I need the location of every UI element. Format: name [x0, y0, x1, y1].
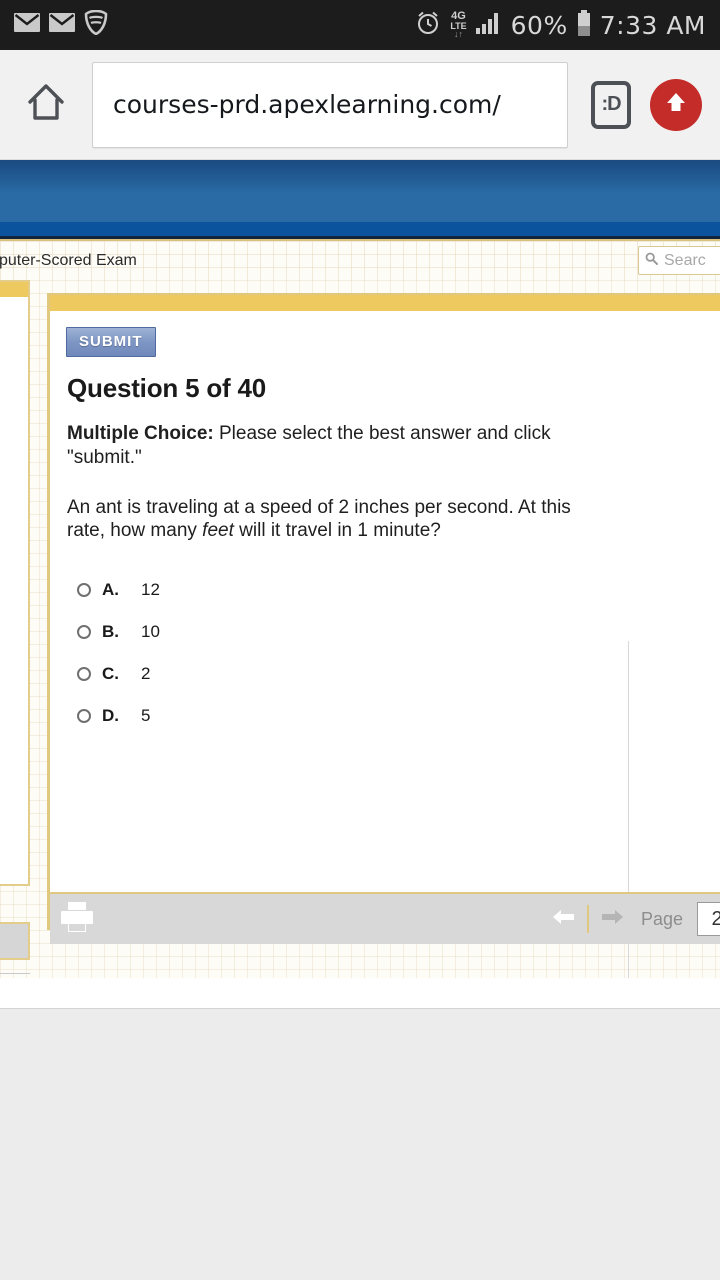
- network-arrows-label: ↓↑: [453, 29, 463, 40]
- answer-option-c[interactable]: C. 2: [77, 653, 597, 695]
- submit-button-wrap: SUBMIT: [50, 311, 720, 357]
- option-letter-c: C.: [102, 664, 119, 683]
- exam-title-strip: puter-Scored Exam Searc: [0, 241, 720, 280]
- option-value-c: 2: [141, 664, 151, 683]
- question-instruction: Multiple Choice: Please select the best …: [67, 422, 597, 470]
- radio-button-c[interactable]: [77, 667, 91, 681]
- site-header-banner: [0, 160, 720, 222]
- question-text-emphasis: feet: [202, 520, 234, 542]
- answer-option-a[interactable]: A. 12: [77, 569, 597, 611]
- status-bar-right-icons: 4G LTE ↓↑ 60% 7:33 AM: [415, 9, 706, 41]
- answer-options-list: A. 12 B. 10 C. 2 D. 5: [67, 569, 597, 737]
- smiley-button[interactable]: :D: [582, 80, 640, 129]
- page-background: [0, 1009, 720, 1280]
- battery-icon: [577, 9, 591, 41]
- arrow-right-icon[interactable]: [599, 907, 625, 932]
- search-icon: [645, 252, 658, 270]
- screen-root: 4G LTE ↓↑ 60% 7:33 AM courses-prd.apexle…: [0, 0, 720, 1280]
- option-value-b: 10: [141, 622, 160, 641]
- url-text: courses-prd.apexlearning.com/: [113, 90, 501, 119]
- alarm-clock-icon: [415, 10, 441, 41]
- question-card-body: SUBMIT Question 5 of 40 Multiple Choice:…: [50, 311, 720, 978]
- envelope-icon: [49, 13, 75, 37]
- clock-label: 7:33 AM: [599, 10, 706, 40]
- print-button[interactable]: [58, 900, 96, 939]
- pagination-controls: Page 2: [551, 902, 720, 936]
- home-icon: [24, 80, 68, 129]
- answer-option-d[interactable]: D. 5: [77, 695, 597, 737]
- signal-bars-icon: [475, 12, 502, 39]
- option-value-d: 5: [141, 706, 151, 725]
- radio-button-a[interactable]: [77, 583, 91, 597]
- shield-icon: [84, 9, 108, 40]
- exam-title-label: puter-Scored Exam: [0, 251, 137, 269]
- left-nav-panel[interactable]: [0, 280, 30, 886]
- submit-button[interactable]: SUBMIT: [66, 327, 156, 357]
- option-letter-a: A.: [102, 580, 119, 599]
- left-nav-panel-header: [0, 282, 28, 297]
- radio-button-b[interactable]: [77, 625, 91, 639]
- search-input[interactable]: Searc: [638, 246, 720, 275]
- question-text: An ant is traveling at a speed of 2 inch…: [67, 496, 597, 544]
- question-card: SUBMIT Question 5 of 40 Multiple Choice:…: [47, 293, 720, 978]
- status-bar-left-icons: [14, 9, 108, 40]
- pagination-divider: [586, 905, 589, 933]
- option-value-a: 12: [141, 580, 160, 599]
- network-type-indicator: 4G LTE ↓↑: [450, 10, 466, 40]
- answer-option-b[interactable]: B. 10: [77, 611, 597, 653]
- site-header-band: [0, 222, 720, 236]
- upload-arrow-icon: [662, 88, 690, 121]
- option-letter-b: B.: [102, 622, 119, 641]
- radio-button-d[interactable]: [77, 709, 91, 723]
- battery-percent-label: 60%: [510, 10, 568, 40]
- url-bar[interactable]: courses-prd.apexlearning.com/: [92, 61, 568, 148]
- search-placeholder-label: Searc: [664, 251, 706, 269]
- home-button[interactable]: [18, 80, 74, 129]
- left-nav-panel-button[interactable]: [0, 922, 30, 960]
- page-label: Page: [640, 908, 683, 929]
- upload-button[interactable]: [650, 78, 702, 131]
- question-column: Question 5 of 40 Multiple Choice: Please…: [67, 357, 597, 737]
- below-card-spacer: [0, 978, 720, 1008]
- option-letter-d: D.: [102, 706, 119, 725]
- question-card-header: [50, 295, 720, 311]
- question-text-part2: will it travel in 1 minute?: [233, 520, 441, 542]
- instruction-label: Multiple Choice:: [67, 423, 214, 444]
- status-bar: 4G LTE ↓↑ 60% 7:33 AM: [0, 0, 720, 50]
- page-number-input[interactable]: 2: [697, 902, 720, 936]
- arrow-left-icon[interactable]: [551, 907, 577, 932]
- browser-toolbar: courses-prd.apexlearning.com/ :D: [0, 50, 720, 160]
- question-title: Question 5 of 40: [67, 373, 267, 403]
- left-nav-panel-divider: [0, 973, 30, 974]
- question-card-toolbar: Page 2: [50, 892, 720, 944]
- exam-content-area: SUBMIT Question 5 of 40 Multiple Choice:…: [0, 280, 720, 978]
- smiley-icon: :D: [591, 80, 631, 129]
- envelope-icon: [14, 13, 40, 37]
